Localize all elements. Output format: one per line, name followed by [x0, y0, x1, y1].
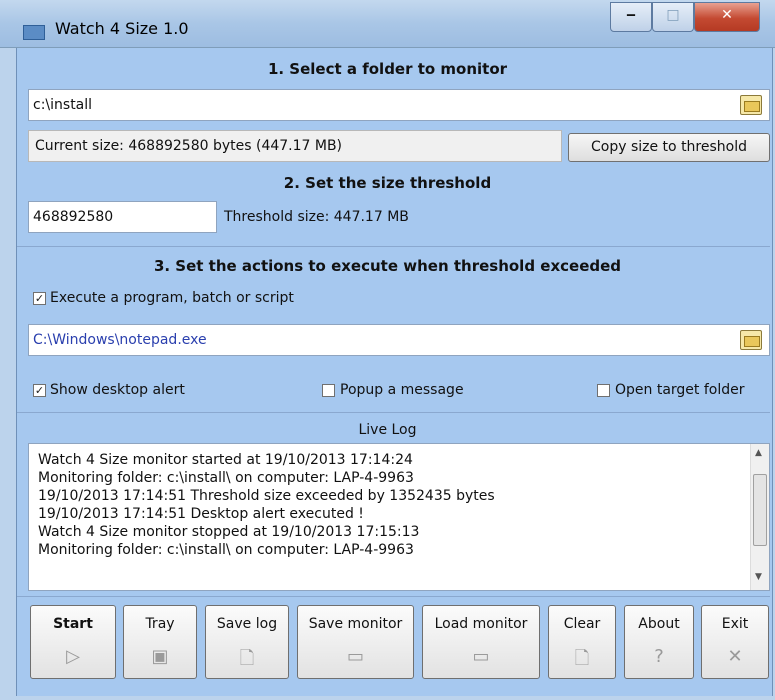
save-monitor-icon: ▭ — [346, 646, 364, 667]
current-size-display: Current size: 468892580 bytes (447.17 MB… — [28, 130, 562, 162]
log-scrollbar[interactable]: ▲ ▼ — [750, 444, 769, 590]
maximize-button[interactable]: □ — [652, 2, 694, 32]
save-monitor-button[interactable]: Save monitor ▭ — [297, 605, 414, 679]
program-path-input[interactable]: C:\Windows\notepad.exe — [28, 324, 770, 356]
scroll-up-icon[interactable]: ▲ — [755, 448, 762, 458]
section2-heading: 2. Set the size threshold — [283, 174, 492, 192]
save-log-icon: 🗋 — [239, 648, 255, 669]
play-icon: ▷ — [66, 646, 80, 667]
save-log-label: Save log — [216, 616, 278, 632]
help-icon: ? — [654, 646, 664, 667]
popup-label: Popup a message — [340, 382, 464, 398]
divider — [17, 412, 770, 413]
minimize-icon: ‒ — [626, 7, 636, 23]
about-button[interactable]: About ? — [624, 605, 694, 679]
browse-program-button[interactable] — [740, 330, 762, 350]
scroll-down-icon[interactable]: ▼ — [755, 572, 762, 582]
open-folder-icon — [744, 336, 760, 347]
exit-icon: ✕ — [727, 646, 743, 667]
title-bar: Watch 4 Size 1.0 ‒ □ ✕ — [0, 0, 775, 48]
log-line: Monitoring folder: c:\install\ on comput… — [38, 542, 414, 558]
section1-heading: 1. Select a folder to monitor — [267, 60, 508, 78]
clear-icon: 🗋 — [574, 648, 590, 669]
maximize-icon: □ — [666, 7, 680, 23]
start-button[interactable]: Start ▷ — [30, 605, 116, 679]
folder-icon — [744, 101, 760, 112]
scroll-thumb[interactable] — [753, 474, 767, 546]
live-log-box[interactable]: Watch 4 Size monitor started at 19/10/20… — [28, 443, 770, 591]
divider — [17, 596, 770, 597]
tray-icon: ▣ — [151, 646, 169, 667]
save-log-button[interactable]: Save log 🗋 — [205, 605, 289, 679]
app-window: Watch 4 Size 1.0 ‒ □ ✕ 1. Select a folde… — [0, 0, 775, 700]
threshold-input[interactable]: 468892580 — [28, 201, 217, 233]
window-title: Watch 4 Size 1.0 — [55, 19, 189, 38]
folder-input[interactable]: c:\install — [28, 89, 770, 121]
about-label: About — [638, 616, 680, 632]
load-monitor-button[interactable]: Load monitor ▭ — [422, 605, 540, 679]
tray-button[interactable]: Tray ▣ — [123, 605, 197, 679]
log-line: Monitoring folder: c:\install\ on comput… — [38, 470, 414, 486]
log-line: Watch 4 Size monitor stopped at 19/10/20… — [38, 524, 420, 540]
clear-label: Clear — [563, 616, 601, 632]
popup-checkbox[interactable] — [322, 384, 335, 397]
clear-button[interactable]: Clear 🗋 — [548, 605, 616, 679]
start-label: Start — [53, 616, 93, 632]
close-button[interactable]: ✕ — [694, 2, 760, 32]
open-folder-label: Open target folder — [615, 382, 745, 398]
save-monitor-label: Save monitor — [308, 616, 403, 632]
tray-label: Tray — [145, 616, 175, 632]
open-folder-checkbox[interactable] — [597, 384, 610, 397]
copy-size-button[interactable]: Copy size to threshold — [568, 133, 770, 162]
divider — [17, 246, 770, 247]
browse-folder-button[interactable] — [740, 95, 762, 115]
section3-heading: 3. Set the actions to execute when thres… — [153, 257, 622, 275]
exit-button[interactable]: Exit ✕ — [701, 605, 769, 679]
threshold-size-label: Threshold size: 447.17 MB — [224, 209, 409, 225]
execute-checkbox[interactable]: ✓ — [33, 292, 46, 305]
live-log-heading: Live Log — [358, 422, 417, 438]
log-line: 19/10/2013 17:14:51 Desktop alert execut… — [38, 506, 364, 522]
app-icon — [23, 25, 45, 40]
desktop-alert-label: Show desktop alert — [50, 382, 185, 398]
log-line: Watch 4 Size monitor started at 19/10/20… — [38, 452, 413, 468]
exit-label: Exit — [721, 616, 749, 632]
load-monitor-label: Load monitor — [434, 616, 528, 632]
desktop-alert-checkbox[interactable]: ✓ — [33, 384, 46, 397]
minimize-button[interactable]: ‒ — [610, 2, 652, 32]
close-icon: ✕ — [721, 7, 733, 23]
load-monitor-icon: ▭ — [472, 646, 490, 667]
execute-label: Execute a program, batch or script — [50, 290, 294, 306]
log-line: 19/10/2013 17:14:51 Threshold size excee… — [38, 488, 495, 504]
